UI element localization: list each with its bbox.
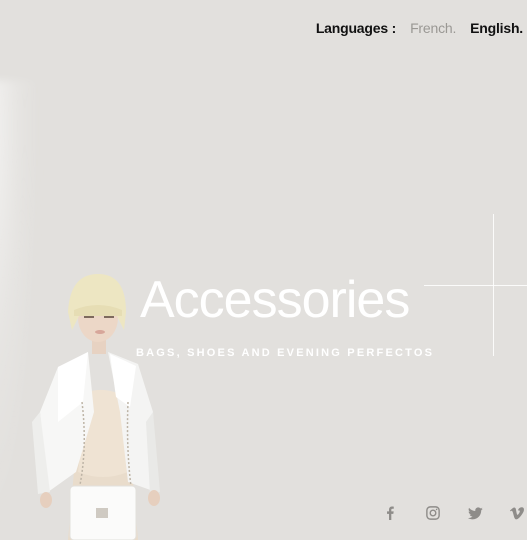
languages-label: Languages :: [315, 20, 397, 36]
language-selector: Languages : French. English.: [316, 20, 523, 36]
hero-title: Accessories: [140, 271, 410, 329]
twitter-link[interactable]: [466, 503, 486, 523]
decorative-horizontal-line: [424, 285, 527, 286]
instagram-icon: [425, 506, 440, 520]
facebook-link[interactable]: [380, 503, 400, 523]
vimeo-icon: [510, 506, 525, 519]
social-links: [380, 503, 527, 523]
vimeo-link[interactable]: [507, 503, 527, 523]
hero-subtitle: BAGS, SHOES AND EVENING PERFECTOS: [136, 347, 435, 359]
page: Languages : French. English. Accessories…: [0, 0, 527, 540]
language-french-link[interactable]: French.: [410, 20, 456, 36]
instagram-link[interactable]: [423, 503, 443, 523]
twitter-icon: [467, 506, 483, 519]
language-english-link[interactable]: English.: [470, 20, 523, 36]
facebook-icon: [386, 506, 394, 520]
